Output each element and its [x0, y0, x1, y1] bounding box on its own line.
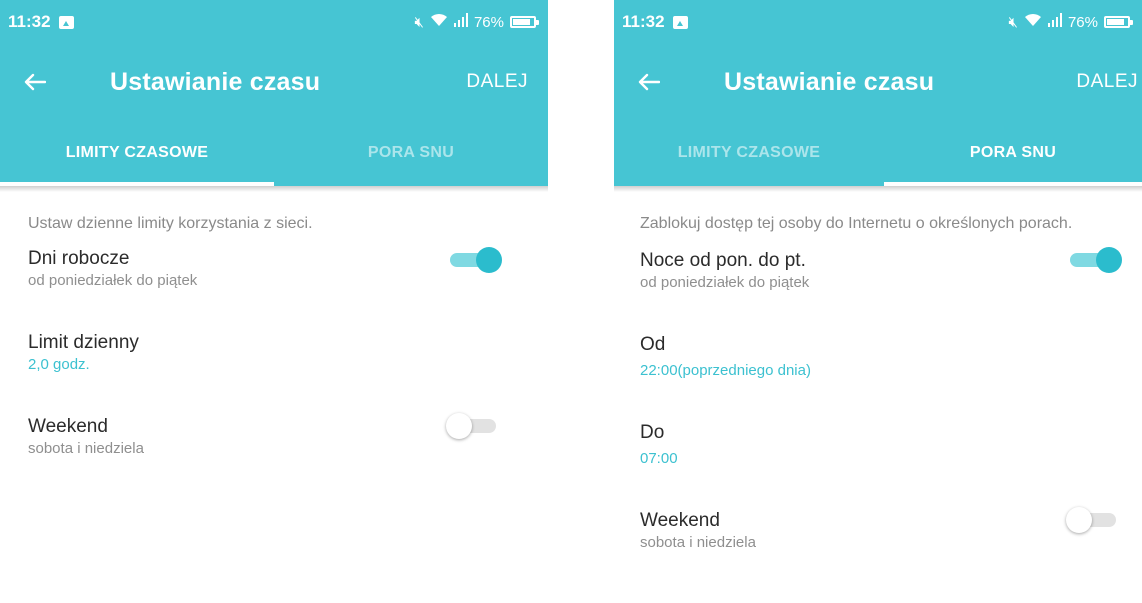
to-value: 07:00	[640, 450, 678, 467]
mute-icon: 🔇︎	[414, 13, 424, 31]
next-button[interactable]: DALEJ	[1076, 71, 1138, 93]
daily-limit-row[interactable]: Limit dzienny 2,0 godz.	[28, 331, 514, 375]
weekdays-toggle[interactable]	[446, 245, 502, 273]
weekend-row[interactable]: Weekend sobota i niedziela	[28, 413, 514, 459]
daily-limit-value: 2,0 godz.	[28, 356, 90, 373]
from-time-row[interactable]: Od 22:00(poprzedniego dnia)	[640, 333, 1132, 381]
signal-icon	[453, 13, 468, 31]
weekend-title: Weekend	[640, 510, 720, 531]
gallery-icon	[58, 15, 74, 29]
wifi-icon	[430, 13, 448, 31]
weekend-toggle[interactable]	[446, 411, 502, 439]
section-description: Zablokuj dostęp tej osoby do Internetu o…	[640, 215, 1073, 232]
battery-icon	[1104, 16, 1133, 28]
battery-icon	[510, 16, 539, 28]
weeknights-title: Noce od pon. do pt.	[640, 250, 806, 271]
status-bar: 11:32 🔇︎ 76%	[0, 0, 548, 44]
section-description: Ustaw dzienne limity korzystania z sieci…	[28, 215, 313, 232]
gallery-icon	[672, 15, 688, 29]
daily-limit-title: Limit dzienny	[28, 332, 139, 353]
left-screen: 11:32 🔇︎ 76% Ustawianie czasu DALEJ LIMI…	[0, 0, 548, 603]
weekdays-title: Dni robocze	[28, 248, 130, 269]
next-button[interactable]: DALEJ	[466, 71, 528, 93]
tab-time-limits[interactable]: LIMITY CZASOWE	[0, 120, 274, 186]
weekdays-subtitle: od poniedziałek do piątek	[28, 272, 198, 289]
tab-bedtime[interactable]: PORA SNU	[274, 120, 548, 186]
weeknights-row[interactable]: Noce od pon. do pt. od poniedziałek do p…	[640, 247, 1132, 293]
signal-icon	[1047, 13, 1062, 31]
right-screen: 11:32 🔇︎ 76% Ustawianie czasu DALEJ LIMI…	[614, 0, 1142, 603]
weeknights-subtitle: od poniedziałek do piątek	[640, 274, 810, 291]
from-title: Od	[640, 334, 666, 355]
weekend-row[interactable]: Weekend sobota i niedziela	[640, 507, 1132, 553]
app-bar: Ustawianie czasu DALEJ	[0, 44, 548, 120]
status-time: 11:32	[8, 12, 51, 31]
weekdays-row[interactable]: Dni robocze od poniedziałek do piątek	[28, 247, 514, 291]
content: Zablokuj dostęp tej osoby do Internetu o…	[614, 214, 1142, 553]
battery-percent: 76%	[1067, 13, 1098, 31]
battery-percent: 76%	[473, 13, 504, 31]
to-title: Do	[640, 422, 665, 443]
weekend-title: Weekend	[28, 416, 108, 437]
weekend-subtitle: sobota i niedziela	[640, 534, 756, 551]
from-value: 22:00(poprzedniego dnia)	[640, 362, 811, 379]
to-time-row[interactable]: Do 07:00	[640, 421, 1132, 469]
tab-bar: LIMITY CZASOWE PORA SNU	[0, 120, 548, 186]
wifi-icon	[1024, 13, 1042, 31]
page-title: Ustawianie czasu	[724, 67, 935, 96]
tab-time-limits[interactable]: LIMITY CZASOWE	[614, 120, 884, 186]
tab-bar: LIMITY CZASOWE PORA SNU	[614, 120, 1142, 186]
weekend-toggle[interactable]	[1066, 505, 1122, 533]
page-title: Ustawianie czasu	[110, 67, 321, 96]
content: Ustaw dzienne limity korzystania z sieci…	[0, 214, 548, 459]
status-time: 11:32	[622, 12, 665, 31]
mute-icon: 🔇︎	[1008, 13, 1018, 31]
back-arrow-icon[interactable]	[0, 73, 70, 91]
app-bar: Ustawianie czasu DALEJ	[614, 44, 1142, 120]
tab-bedtime[interactable]: PORA SNU	[884, 120, 1142, 186]
status-bar: 11:32 🔇︎ 76%	[614, 0, 1142, 44]
weeknights-toggle[interactable]	[1066, 245, 1122, 273]
weekend-subtitle: sobota i niedziela	[28, 440, 144, 457]
back-arrow-icon[interactable]	[614, 73, 684, 91]
